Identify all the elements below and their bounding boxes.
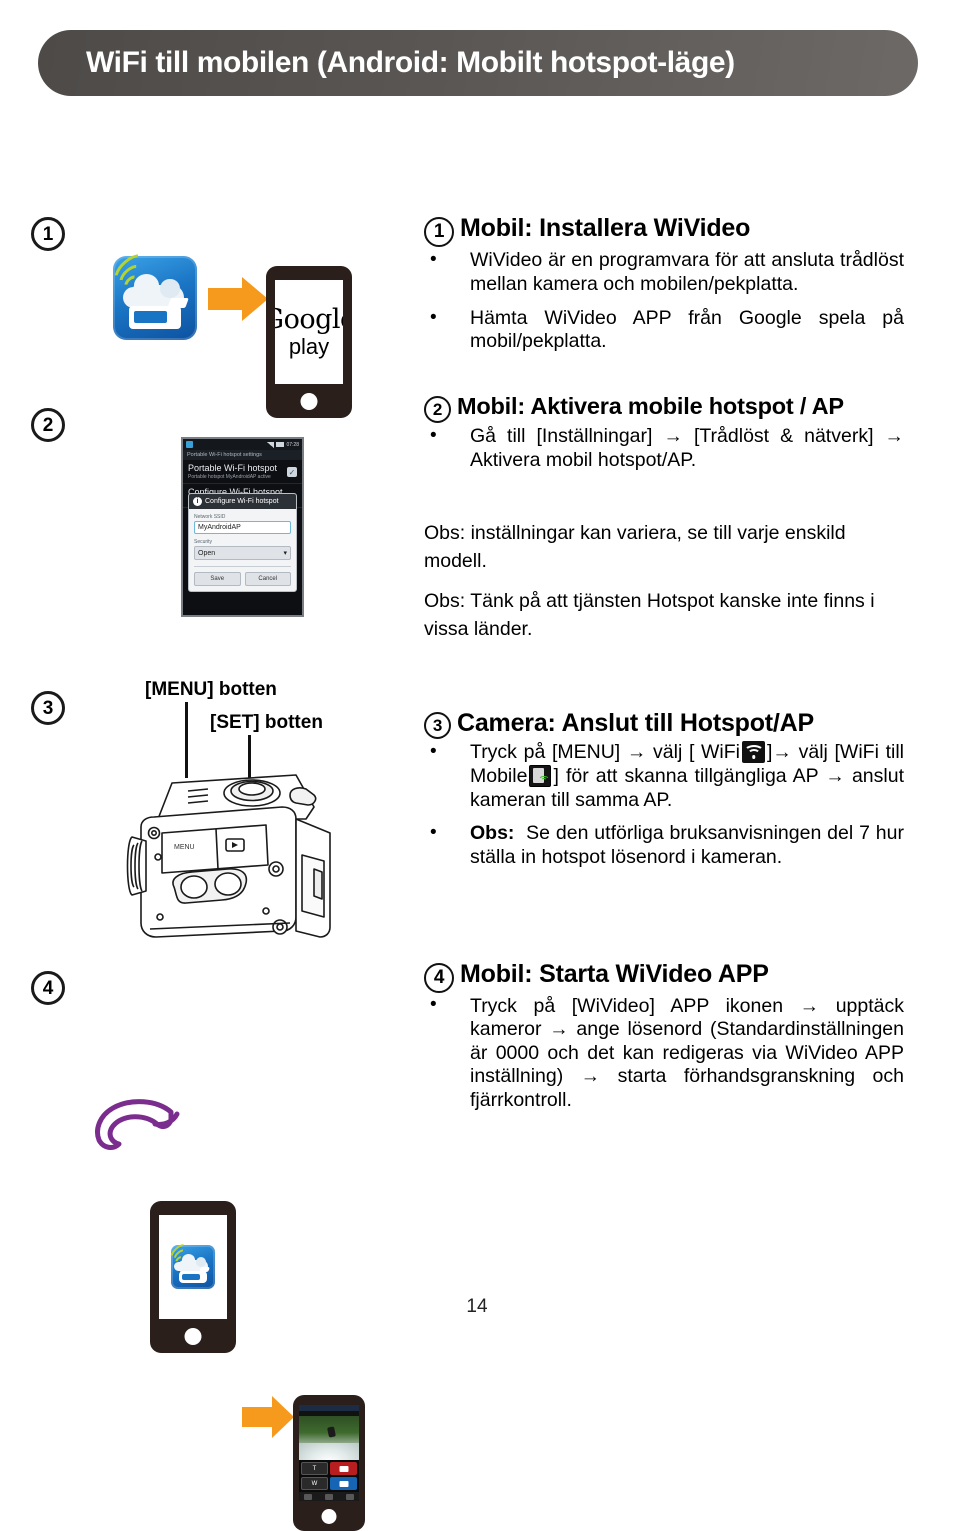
wivideo-app-icon-small[interactable] bbox=[167, 1240, 215, 1289]
section-2-heading: 2 Mobil: Aktivera mobile hotspot / AP bbox=[424, 393, 904, 423]
zoom-wide-button[interactable]: W bbox=[301, 1477, 328, 1490]
page-number: 14 bbox=[466, 1296, 488, 1317]
android-status-bar: 07:28 bbox=[183, 439, 302, 450]
bullet-part-1: Tryck på [MENU] → välj [ WiFi bbox=[470, 741, 741, 763]
section-1-bullets: WiVideo är en programvara för att anslut… bbox=[424, 248, 904, 355]
configure-hotspot-dialog: i Configure Wi-Fi hotspot Network SSID M… bbox=[188, 493, 297, 592]
capture-button[interactable] bbox=[330, 1477, 357, 1490]
section-4: 4 Mobil: Starta WiVideo APP Tryck på [Wi… bbox=[424, 960, 904, 1122]
gutter-marker-4: 4 bbox=[31, 971, 65, 1005]
phone-home-button-2 bbox=[184, 1328, 202, 1345]
list-item: WiVideo är en programvara för att anslut… bbox=[424, 248, 904, 297]
hand-tap-cursor-icon bbox=[95, 1099, 180, 1150]
android-hotspot-screenshot: 07:28 Portable Wi-Fi hotspot settings Po… bbox=[181, 437, 304, 617]
info-icon: i bbox=[193, 497, 202, 506]
list-item: Hämta WiVideo APP från Google spela på m… bbox=[424, 306, 904, 355]
preview-controls: T W bbox=[299, 1460, 359, 1492]
list-item: Obs: Se den utförliga bruksanvisningen d… bbox=[424, 821, 904, 870]
chevron-down-icon: ▾ bbox=[283, 550, 287, 557]
gallery-icon[interactable] bbox=[304, 1493, 312, 1500]
gutter-marker-2: 2 bbox=[31, 408, 65, 442]
section-2-note-1: Obs: inställningar kan variera, se till … bbox=[424, 521, 846, 572]
phone-with-app-icon bbox=[150, 1201, 236, 1353]
security-label: Security bbox=[194, 539, 213, 545]
section-2-note-2: Obs: Tänk på att tjänsten Hotspot kanske… bbox=[424, 590, 875, 641]
section-3: 3 Camera: Anslut till Hotspot/AP Tryck p… bbox=[424, 709, 904, 880]
note-bold-label: Obs: bbox=[470, 822, 515, 845]
section-2-heading-text: Mobil: Aktivera mobile hotspot / AP bbox=[457, 393, 844, 419]
gutter-marker-1: 1 bbox=[31, 217, 65, 251]
section-2-number: 2 bbox=[424, 396, 451, 423]
wivideo-app-icon bbox=[108, 248, 197, 340]
row1-title: Portable Wi-Fi hotspot bbox=[188, 463, 278, 473]
phone-home-button-3 bbox=[321, 1509, 337, 1524]
section-4-number: 4 bbox=[424, 963, 454, 993]
section-1-number: 1 bbox=[424, 217, 454, 247]
zoom-tele-button[interactable]: T bbox=[301, 1462, 328, 1476]
preview-bottom-bar bbox=[299, 1492, 359, 1501]
section-1: 1 Mobil: Installera WiVideo WiVideo är e… bbox=[424, 214, 904, 364]
section-3-bullets: Tryck på [MENU] → välj [ WiFi]→ välj [Wi… bbox=[424, 740, 904, 870]
mode-icon[interactable] bbox=[346, 1493, 354, 1500]
preview-phone: T W bbox=[293, 1395, 365, 1531]
set-button-label: [SET] botten bbox=[210, 712, 323, 733]
camera-menu-text: MENU bbox=[174, 844, 195, 851]
page-title: WiFi till mobilen (Android: Mobilt hotsp… bbox=[86, 46, 735, 79]
orange-arrow-icon-1 bbox=[208, 277, 268, 321]
list-item: Tryck på [MENU] → välj [ WiFi]→ välj [Wi… bbox=[424, 740, 904, 812]
section-3-number: 3 bbox=[424, 712, 451, 739]
security-value: Open bbox=[198, 549, 216, 557]
page-content: 1 2 3 4 Google play bbox=[0, 96, 954, 1531]
section-3-heading-text: Camera: Anslut till Hotspot/AP bbox=[457, 709, 814, 737]
note-rest-text: Se den utförliga bruksanvisningen del 7 … bbox=[470, 822, 904, 869]
android-row-portable-hotspot[interactable]: Portable Wi-Fi hotspot Portable hotspot … bbox=[183, 460, 302, 484]
ssid-label: Network SSID bbox=[194, 514, 226, 520]
status-time: 07:28 bbox=[286, 441, 299, 448]
section-3-heading: 3 Camera: Anslut till Hotspot/AP bbox=[424, 709, 904, 739]
wifi-menu-icon bbox=[742, 741, 766, 763]
section-4-bullets: Tryck på [WiVideo] APP ikonen → upptäck … bbox=[424, 994, 904, 1112]
phone-home-button bbox=[300, 393, 318, 410]
list-item: Gå till [Inställningar] → [Trådlöst & nä… bbox=[424, 424, 904, 473]
action-camera-illustration: MENU bbox=[126, 774, 331, 938]
section-4-heading-text: Mobil: Starta WiVideo APP bbox=[460, 960, 769, 988]
section-1-heading: 1 Mobil: Installera WiVideo bbox=[424, 214, 904, 247]
google-play-line2: play bbox=[288, 334, 330, 359]
record-button[interactable] bbox=[330, 1462, 357, 1476]
section-1-heading-text: Mobil: Installera WiVideo bbox=[460, 214, 751, 242]
orange-arrow-icon-2 bbox=[242, 1396, 294, 1438]
wifi-to-mobile-icon bbox=[529, 764, 552, 787]
gutter-marker-3: 3 bbox=[31, 691, 65, 725]
security-select[interactable]: Open ▾ bbox=[194, 546, 291, 560]
menu-button-label: [MENU] botten bbox=[145, 679, 277, 700]
google-play-line1: Google bbox=[275, 304, 343, 335]
google-play-phone: Google play bbox=[266, 266, 352, 418]
signal-icon bbox=[267, 441, 275, 448]
ssid-input[interactable]: MyAndroidAP bbox=[194, 521, 291, 534]
live-preview-video bbox=[299, 1416, 359, 1461]
dialog-title: Configure Wi-Fi hotspot bbox=[205, 498, 279, 505]
checkbox-checked-icon[interactable]: ✓ bbox=[287, 467, 297, 477]
row1-subtitle: Portable hotspot MyAndroidAP active bbox=[188, 474, 271, 480]
video-camera-shape bbox=[128, 305, 182, 330]
section-2-bullets: Gå till [Inställningar] → [Trådlöst & nä… bbox=[424, 424, 904, 473]
section-4-heading: 4 Mobil: Starta WiVideo APP bbox=[424, 960, 904, 993]
section-2: 2 Mobil: Aktivera mobile hotspot / AP Gå… bbox=[424, 393, 904, 656]
dialog-title-bar: i Configure Wi-Fi hotspot bbox=[189, 494, 296, 509]
cancel-button[interactable]: Cancel bbox=[244, 572, 291, 586]
android-breadcrumb: Portable Wi-Fi hotspot settings bbox=[183, 450, 302, 460]
battery-icon bbox=[276, 442, 285, 447]
save-button[interactable]: Save bbox=[194, 572, 241, 586]
settings-icon[interactable] bbox=[325, 1493, 333, 1500]
list-item: Tryck på [WiVideo] APP ikonen → upptäck … bbox=[424, 994, 904, 1112]
page-header-bar: WiFi till mobilen (Android: Mobilt hotsp… bbox=[38, 30, 918, 96]
